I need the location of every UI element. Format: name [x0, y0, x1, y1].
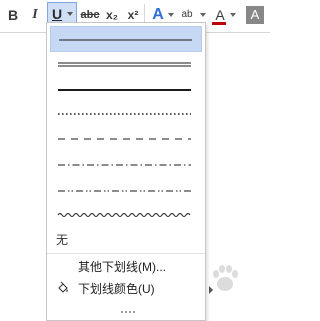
single-line-icon [59, 39, 192, 41]
underline-style-dash-dot[interactable] [50, 152, 202, 178]
dash-dot-line-icon [58, 164, 191, 166]
underline-color-item[interactable]: 下划线颜色(U) [47, 278, 213, 300]
highlighter-icon: ab [181, 9, 193, 20]
thick-line-icon [58, 89, 191, 91]
underline-icon: U [52, 6, 63, 22]
underline-color-label: 下划线颜色(U) [78, 282, 155, 296]
underline-style-menu: 无 其他下划线(M)... 下划线颜色(U) [46, 22, 213, 321]
chevron-down-icon[interactable] [67, 12, 73, 16]
character-shading-button[interactable]: A [246, 6, 264, 24]
underline-style-single[interactable] [50, 26, 202, 52]
chevron-down-icon[interactable] [230, 13, 236, 17]
underline-none-option[interactable]: 无 [50, 228, 202, 252]
paint-bucket-icon [55, 281, 71, 297]
italic-button[interactable]: I [28, 4, 42, 26]
double-line-icon [58, 62, 191, 67]
chevron-down-icon[interactable] [168, 13, 174, 17]
dotted-line-icon [58, 113, 191, 115]
wave-line-icon [57, 213, 191, 217]
underline-style-thick[interactable] [50, 76, 202, 102]
underline-style-dash-dot-dot[interactable] [50, 178, 202, 204]
underline-style-dashed[interactable] [50, 126, 202, 152]
font-color-swatch [212, 22, 226, 25]
dash-dot-dot-line-icon [58, 190, 191, 192]
bold-button[interactable]: B [5, 4, 21, 26]
underline-style-dotted[interactable] [50, 101, 202, 127]
dashed-line-icon [58, 138, 191, 140]
underline-style-wave[interactable] [50, 202, 202, 228]
resize-grip[interactable] [121, 308, 135, 316]
paw-watermark-icon [213, 265, 238, 291]
menu-divider [47, 253, 205, 254]
more-underlines-label: 其他下划线(M)... [78, 260, 166, 274]
more-underlines-item[interactable]: 其他下划线(M)... [47, 256, 205, 278]
chevron-down-icon[interactable] [200, 13, 206, 17]
underline-style-double[interactable] [50, 52, 202, 78]
